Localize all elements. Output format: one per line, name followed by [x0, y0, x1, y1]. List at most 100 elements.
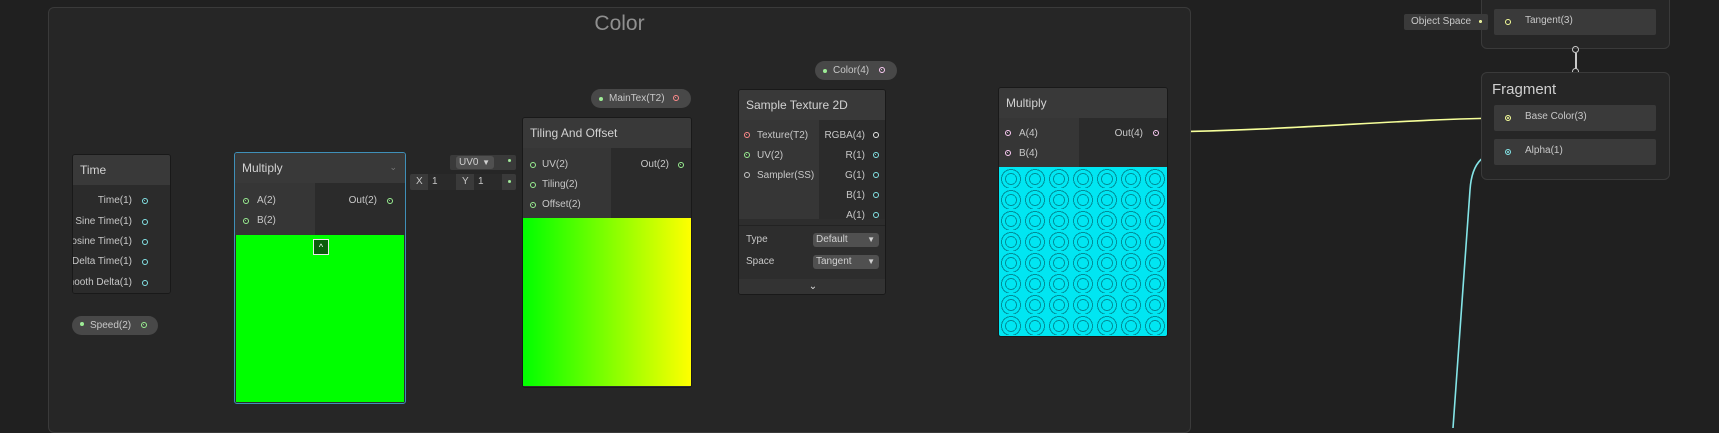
output-port-r[interactable]	[873, 152, 879, 158]
node-title: Multiply	[999, 88, 1167, 118]
uv-channel-dropdown[interactable]: UV0 ▼	[456, 156, 494, 169]
block-field-base-color[interactable]: Base Color(3)	[1494, 105, 1656, 131]
port-label-texture: Texture(T2)	[757, 130, 809, 141]
input-column	[999, 118, 1079, 167]
uv-channel-inline-field[interactable]: UV0 ▼	[450, 155, 516, 170]
tiling-and-offset-node[interactable]: Tiling And Offset UV(2) Tiling(2) Offset…	[522, 117, 692, 388]
port-label-uv: UV(2)	[542, 159, 569, 170]
port-label-b: B(4)	[1019, 148, 1038, 159]
expand-chevron-icon[interactable]: ⌄	[739, 279, 885, 294]
output-port-b[interactable]	[873, 192, 879, 198]
input-port-sampler[interactable]	[744, 172, 750, 178]
port-label-out: Out(2)	[640, 159, 669, 170]
input-column	[235, 183, 315, 235]
input-port-base-color[interactable]	[1505, 115, 1511, 121]
output-port-smooth-delta[interactable]	[142, 280, 148, 286]
port-label-b: B(1)	[846, 190, 865, 201]
port-label-a: A(2)	[257, 195, 276, 206]
inline-port-indicator	[1479, 20, 1482, 23]
inline-label: Object Space	[1411, 16, 1472, 27]
color-property-node[interactable]: Color(4)	[815, 61, 897, 80]
input-port-b[interactable]	[1005, 150, 1011, 156]
space-value: Tangent	[816, 256, 852, 267]
maintex-property-node[interactable]: MainTex(T2)	[591, 89, 691, 108]
output-port-out[interactable]	[678, 162, 684, 168]
input-port-alpha[interactable]	[1505, 149, 1511, 155]
input-port-uv[interactable]	[744, 152, 750, 158]
output-port-cosine-time[interactable]	[142, 239, 148, 245]
port-label-delta-time: Delta Time(1)	[72, 256, 132, 267]
output-port-maintex[interactable]	[673, 95, 679, 101]
object-space-inline-field[interactable]: Object Space	[1404, 14, 1488, 30]
output-port-rgba[interactable]	[873, 132, 879, 138]
time-node[interactable]: Time Time(1) Sine Time(1) Cosine Time(1)…	[72, 154, 171, 294]
speed-property-node[interactable]: Speed(2)	[72, 316, 158, 335]
output-port-g[interactable]	[873, 172, 879, 178]
input-port-tiling[interactable]	[530, 182, 536, 188]
tiling-x-input[interactable]: 1	[428, 174, 456, 190]
inline-port-indicator	[508, 159, 511, 162]
tiling-y-label: Y	[462, 176, 469, 187]
port-label-uv: UV(2)	[757, 150, 784, 161]
output-column	[1079, 118, 1167, 167]
inline-port-indicator	[508, 180, 511, 183]
node-title: Tiling And Offset	[523, 118, 691, 148]
port-label-tiling: Tiling(2)	[542, 179, 578, 190]
port-label-out: Out(4)	[1114, 128, 1143, 139]
property-label: Color(4)	[833, 65, 870, 76]
collapse-chevron-icon[interactable]: ⌄	[389, 162, 397, 173]
vertex-context[interactable]: Tangent(3)	[1481, 0, 1670, 49]
output-port-time[interactable]	[142, 198, 148, 204]
multiply-node-1[interactable]: Multiply ⌄ A(2) B(2) Out(2) ^	[234, 152, 406, 404]
output-port-out[interactable]	[1153, 130, 1159, 136]
output-port-sine-time[interactable]	[142, 219, 148, 225]
block-field-label: Alpha(1)	[1525, 145, 1563, 156]
space-dropdown[interactable]: Tangent ▼	[813, 255, 879, 269]
type-dropdown[interactable]: Default ▼	[813, 233, 879, 247]
node-preview	[236, 235, 404, 402]
port-label-cosine-time: Cosine Time(1)	[72, 236, 132, 247]
node-preview	[999, 167, 1167, 336]
input-port-b[interactable]	[243, 218, 249, 224]
fragment-context[interactable]: Fragment Base Color(3) Alpha(1)	[1481, 72, 1670, 180]
tiling-y-input[interactable]: 1	[474, 174, 502, 190]
collapse-preview-button[interactable]: ^	[313, 239, 329, 255]
input-port-a[interactable]	[243, 198, 249, 204]
property-type-indicator	[599, 97, 603, 101]
input-port-texture[interactable]	[744, 132, 750, 138]
block-field-alpha[interactable]: Alpha(1)	[1494, 139, 1656, 165]
tiling-inline-field[interactable]: X 1 Y 1	[410, 174, 516, 190]
context-title: Fragment	[1492, 81, 1557, 98]
wire-multiply-to-base-color[interactable]	[1159, 117, 1506, 133]
space-label: Space	[746, 256, 775, 267]
chevron-down-icon: ▼	[482, 158, 490, 167]
input-port-a[interactable]	[1005, 130, 1011, 136]
input-port-tangent[interactable]	[1505, 19, 1511, 25]
port-label-a: A(1)	[846, 210, 865, 221]
flow-port-top[interactable]	[1572, 46, 1579, 53]
output-port-color[interactable]	[879, 67, 885, 73]
port-label-out: Out(2)	[348, 195, 377, 206]
input-port-uv[interactable]	[530, 162, 536, 168]
port-label-offset: Offset(2)	[542, 199, 581, 210]
output-column	[315, 183, 405, 235]
type-label: Type	[746, 234, 768, 245]
port-label-rgba: RGBA(4)	[824, 130, 865, 141]
node-title: Multiply	[235, 153, 405, 183]
sample-texture-2d-node[interactable]: Sample Texture 2D Texture(T2) UV(2) Samp…	[738, 89, 886, 295]
output-port-delta-time[interactable]	[142, 259, 148, 265]
output-port-out[interactable]	[387, 198, 393, 204]
type-value: Default	[816, 234, 848, 245]
input-port-offset[interactable]	[530, 202, 536, 208]
property-type-indicator	[823, 69, 827, 73]
block-field-label: Base Color(3)	[1525, 111, 1587, 122]
wire-alpha-up[interactable]	[1452, 151, 1506, 428]
port-label-b: B(2)	[257, 215, 276, 226]
tiling-x-label: X	[416, 176, 423, 187]
multiply-node-2[interactable]: Multiply A(4) B(4) Out(4)	[998, 87, 1168, 337]
port-label-g: G(1)	[845, 170, 865, 181]
output-port-speed[interactable]	[141, 322, 147, 328]
uv-channel-value: UV0	[459, 157, 479, 168]
output-port-a[interactable]	[873, 212, 879, 218]
block-field-tangent[interactable]: Tangent(3)	[1494, 9, 1656, 35]
